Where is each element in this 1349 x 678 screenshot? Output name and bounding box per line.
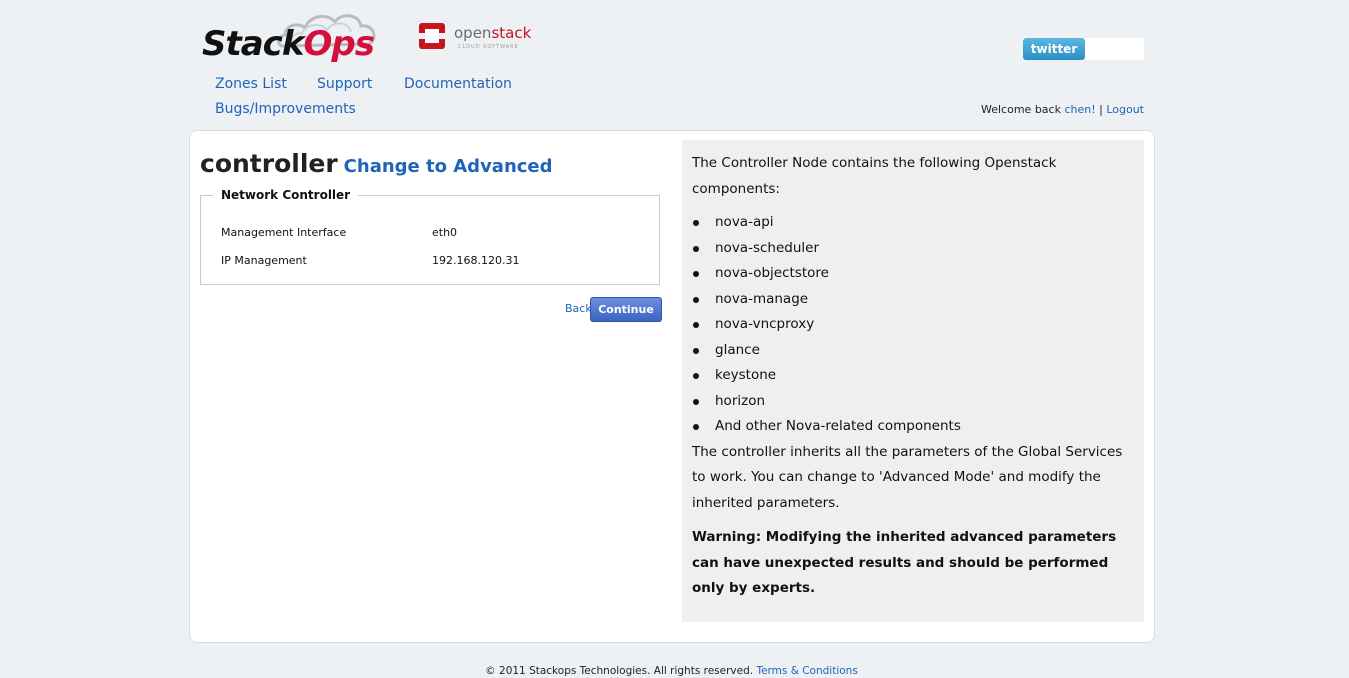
bullet-icon xyxy=(693,347,699,354)
nav-documentation[interactable]: Documentation xyxy=(404,76,512,92)
management-interface-label: Management Interface xyxy=(221,226,347,239)
bullet-icon xyxy=(693,373,699,379)
separator: | xyxy=(1095,103,1107,116)
change-to-advanced-link[interactable]: Change to Advanced xyxy=(344,156,553,177)
network-controller-fieldset: Network Controller Management Interface … xyxy=(200,188,660,285)
nav-support[interactable]: Support xyxy=(317,76,372,92)
twitter-button[interactable]: twitter xyxy=(1023,38,1085,60)
fieldset-legend: Network Controller xyxy=(221,188,351,202)
bullet-icon xyxy=(693,398,699,405)
stackops-wordmark: StackOps xyxy=(202,24,375,64)
terms-link[interactable]: Terms & Conditions xyxy=(756,665,857,677)
page-heading: controller Change to Advanced xyxy=(200,149,553,178)
components-list: nova-api nova-scheduler nova-objectstore… xyxy=(692,210,1134,440)
welcome-bar: Welcome back chen! | Logout xyxy=(981,103,1144,116)
stackops-logo[interactable]: StackOps xyxy=(200,8,380,66)
bullet-icon xyxy=(693,424,699,430)
list-item: horizon xyxy=(692,389,1134,415)
nav-zones-list[interactable]: Zones List xyxy=(215,76,287,92)
list-item: glance xyxy=(692,338,1134,364)
user-link[interactable]: chen! xyxy=(1064,103,1095,116)
info-inherit-text: The controller inherits all the paramete… xyxy=(692,443,1123,511)
list-item: keystone xyxy=(692,363,1134,389)
continue-button[interactable]: Continue xyxy=(590,297,662,322)
bullet-icon xyxy=(693,296,699,303)
footer: © 2011 Stackops Technologies. All rights… xyxy=(0,665,1343,677)
info-box: The Controller Node contains the followi… xyxy=(682,140,1144,622)
nav-bugs-improvements[interactable]: Bugs/Improvements xyxy=(215,101,356,117)
list-item: nova-vncproxy xyxy=(692,312,1134,338)
ip-management-label: IP Management xyxy=(221,254,307,267)
logout-link[interactable]: Logout xyxy=(1106,103,1144,116)
list-item: nova-scheduler xyxy=(692,236,1134,262)
list-item: And other Nova-related components xyxy=(692,414,1134,440)
management-interface-value: eth0 xyxy=(432,226,458,239)
list-item: nova-manage xyxy=(692,287,1134,313)
openstack-logo-icon xyxy=(418,23,446,49)
bullet-icon xyxy=(693,245,699,252)
twitter-widget[interactable]: twitter xyxy=(1023,38,1144,60)
list-item: nova-api xyxy=(692,210,1134,236)
list-item: nova-objectstore xyxy=(692,261,1134,287)
info-intro: The Controller Node contains the followi… xyxy=(692,155,1057,197)
back-link[interactable]: Back xyxy=(565,302,592,315)
bullet-icon xyxy=(693,220,699,226)
info-warning: Warning: Modifying the inherited advance… xyxy=(692,529,1117,596)
ip-management-value: 192.168.120.31 xyxy=(432,254,520,267)
page-title: controller xyxy=(200,149,338,178)
copyright-text: © 2011 Stackops Technologies. All rights… xyxy=(485,665,757,677)
bullet-icon xyxy=(693,322,699,328)
openstack-tagline: CLOUD SOFTWARE xyxy=(458,44,519,50)
bullet-icon xyxy=(693,271,699,277)
openstack-wordmark: openstack xyxy=(454,24,532,42)
welcome-text: Welcome back xyxy=(981,103,1065,116)
main-panel: controller Change to Advanced Network Con… xyxy=(189,130,1155,643)
